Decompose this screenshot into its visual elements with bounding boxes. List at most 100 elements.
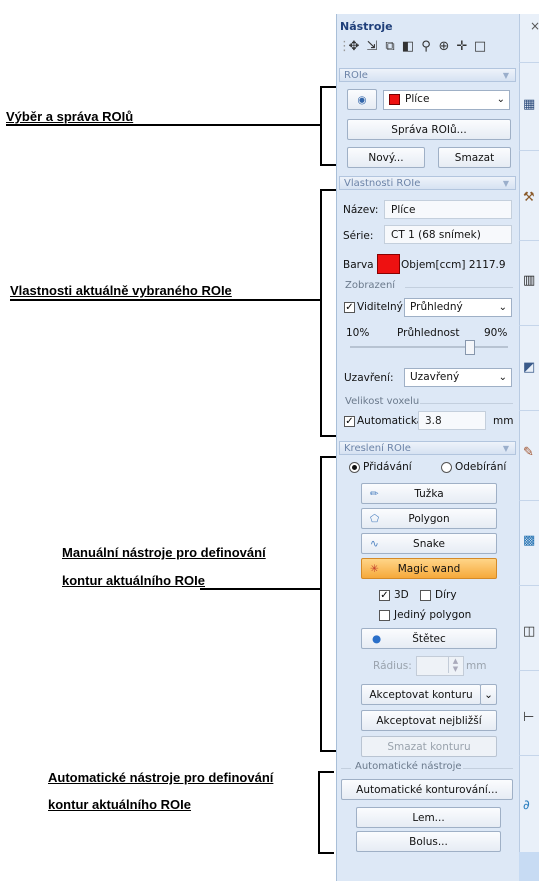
side-tab-divider	[519, 585, 539, 587]
auto-voxel-checkbox[interactable]: ✓	[344, 416, 355, 427]
snake-button-label: Snake	[413, 538, 445, 550]
transparency-label: Průhlednost	[397, 327, 460, 339]
volume-text: Objem[ccm] 2117.9	[401, 259, 506, 271]
pan-icon[interactable]: ✛	[454, 37, 470, 57]
ruler-icon[interactable]: ⊢	[523, 710, 534, 725]
voxel-unit: mm	[493, 415, 514, 427]
pencil-icon: ✏	[370, 488, 379, 500]
group-divider	[405, 287, 513, 288]
chevron-down-icon: ▼	[502, 71, 509, 80]
roi-section-title: ROIe	[344, 70, 368, 81]
roi-select[interactable]: Plíce ⌄	[383, 90, 510, 110]
polygon-icon: ⬠	[370, 513, 380, 525]
roi-select-value: Plíce	[405, 93, 430, 105]
annotation-bracket	[320, 456, 336, 752]
delete-contour-button[interactable]: Smazat konturu	[361, 736, 497, 757]
measure-icon[interactable]: □	[472, 37, 488, 57]
side-tab-divider	[519, 325, 539, 327]
magic-wand-button[interactable]: ✳ Magic wand	[361, 558, 497, 579]
mode-add-radio[interactable]	[349, 462, 360, 473]
three-d-checkbox[interactable]: ✓	[379, 590, 390, 601]
chevron-down-icon: ▼	[502, 444, 509, 453]
color-swatch-button[interactable]	[377, 254, 400, 274]
new-roi-button[interactable]: Nový...	[347, 147, 425, 168]
name-label: Název:	[343, 204, 379, 216]
transparency-slider-track[interactable]	[350, 346, 508, 348]
closure-select[interactable]: Uzavřený ⌄	[404, 368, 512, 387]
annotation-line	[200, 588, 322, 590]
roi-section-header[interactable]: ROIe ▼	[339, 68, 516, 82]
name-field[interactable]: Plíce	[384, 200, 512, 219]
accept-nearest-button[interactable]: Akceptovat nejbližší	[361, 710, 497, 731]
three-d-label: 3D	[394, 589, 409, 601]
cube-icon[interactable]: ◫	[523, 624, 535, 639]
chevron-down-icon: ⌄	[484, 689, 493, 701]
structures-icon[interactable]: ▦	[523, 97, 535, 112]
move-points-icon[interactable]: ⇲	[364, 37, 380, 57]
magic-wand-icon: ✳	[370, 563, 379, 575]
annotation-manual-tools-1: Manuální nástroje pro definování	[62, 545, 266, 560]
group-divider	[420, 403, 513, 404]
display-mode-value: Průhledný	[410, 301, 463, 313]
radius-stepper[interactable]: ▲ ▼	[448, 657, 462, 673]
chevron-down-icon: ⌄	[498, 302, 507, 313]
auto-contour-button[interactable]: Automatické konturování...	[341, 779, 513, 800]
contour-icon[interactable]: ∂	[523, 798, 530, 813]
mode-add-label: Přidávání	[363, 461, 412, 473]
annotation-bracket	[320, 189, 336, 437]
drawing-section-header[interactable]: Kreslení ROIe ▼	[339, 441, 516, 455]
window-level-icon[interactable]: ◧	[400, 37, 416, 57]
pointer-icon[interactable]: ✥	[346, 37, 362, 57]
display-group-label: Zobrazení	[345, 280, 396, 291]
delete-roi-button[interactable]: Smazat	[438, 147, 511, 168]
visible-checkbox[interactable]: ✓	[344, 302, 355, 313]
accept-contour-button[interactable]: Akceptovat konturu	[361, 684, 481, 705]
brush-icon: ●	[372, 633, 382, 645]
properties-section-header[interactable]: Vlastnosti ROIe ▼	[339, 176, 516, 190]
closure-label: Uzavření:	[344, 372, 394, 384]
copy-icon[interactable]: ⧉	[382, 37, 398, 57]
zoom-region-icon[interactable]: ⊕	[436, 37, 452, 57]
drawing-section-title: Kreslení ROIe	[344, 443, 411, 454]
image-icon[interactable]: ▩	[523, 533, 535, 548]
mode-remove-radio[interactable]	[441, 462, 452, 473]
side-tab-active[interactable]	[519, 852, 539, 881]
snake-button[interactable]: ∿ Snake	[361, 533, 497, 554]
close-icon[interactable]: ×	[530, 19, 539, 33]
side-tab-divider	[519, 240, 539, 242]
properties-section-title: Vlastnosti ROIe	[344, 178, 421, 189]
annotation-line	[10, 299, 322, 301]
pencil-button-label: Tužka	[414, 488, 444, 500]
annotation-bracket	[318, 771, 334, 854]
zoom-icon[interactable]: ⚲	[418, 37, 434, 57]
display-mode-select[interactable]: Průhledný ⌄	[404, 298, 512, 317]
accept-contour-dropdown[interactable]: ⌄	[480, 684, 497, 705]
brush-button[interactable]: ● Štětec	[361, 628, 497, 649]
automatic-group-label: Automatické nástroje	[355, 761, 462, 772]
roi-color-swatch	[389, 93, 400, 105]
pick-roi-icon: ◉	[357, 94, 367, 106]
series-field: CT 1 (68 snímek)	[384, 225, 512, 244]
closure-value: Uzavřený	[410, 371, 460, 383]
pencil-button[interactable]: ✏ Tužka	[361, 483, 497, 504]
polygon-button[interactable]: ⬠ Polygon	[361, 508, 497, 529]
single-polygon-label: Jediný polygon	[394, 609, 472, 621]
voxel-size-field[interactable]: 3.8	[418, 411, 486, 430]
manage-rois-button[interactable]: Správa ROIů...	[347, 119, 511, 140]
auto-voxel-label: Automatická	[357, 415, 424, 427]
holes-checkbox[interactable]	[420, 590, 431, 601]
transparency-slider-thumb[interactable]	[464, 340, 475, 355]
rim-button[interactable]: Lem...	[356, 807, 501, 828]
paint-icon[interactable]: ✎	[523, 445, 534, 460]
annotation-bracket	[320, 86, 336, 166]
series-label: Série:	[343, 230, 374, 242]
pick-roi-button[interactable]: ◉	[347, 89, 377, 110]
single-polygon-checkbox[interactable]	[379, 610, 390, 621]
side-tab-divider	[519, 410, 539, 412]
snake-icon: ∿	[370, 538, 379, 550]
radius-unit: mm	[466, 660, 487, 672]
tools-icon[interactable]: ⚒	[523, 190, 535, 205]
bolus-button[interactable]: Bolus...	[356, 831, 501, 852]
plane-icon[interactable]: ◩	[523, 360, 535, 375]
layout-icon[interactable]: ▥	[523, 273, 535, 288]
